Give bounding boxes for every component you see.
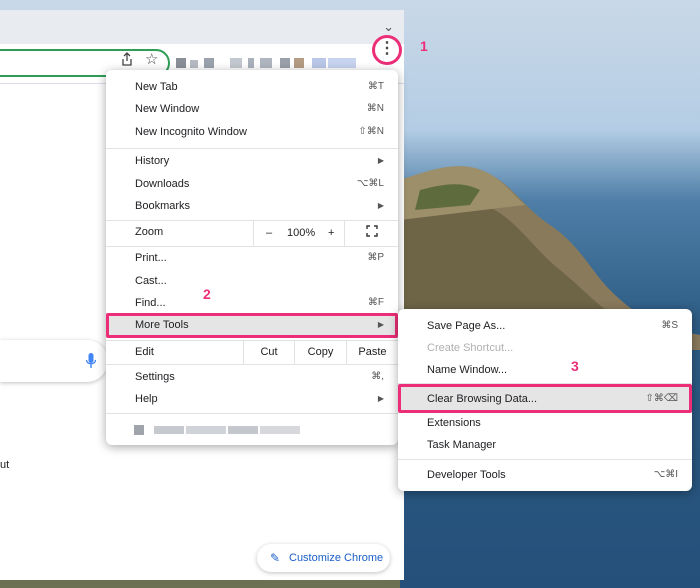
- submenu-arrow-icon: ▶: [377, 394, 384, 403]
- menu-item-new-window[interactable]: New Window ⌘N: [106, 98, 398, 120]
- submenu-item-save-page-as[interactable]: Save Page As... ⌘S: [398, 315, 692, 337]
- menu-item-label: New Window: [135, 103, 200, 115]
- menu-item-label: Save Page As...: [427, 320, 506, 332]
- blurred-profile[interactable]: [134, 424, 304, 436]
- menu-divider: [106, 413, 398, 414]
- shortcut-label: ⇧⌘N: [358, 126, 384, 137]
- menu-item-label: Cast...: [135, 275, 167, 287]
- shortcut-label: ⌘S: [661, 320, 678, 331]
- menu-item-downloads[interactable]: Downloads ⌥⌘L: [106, 173, 398, 195]
- zoom-level: 100%: [287, 227, 316, 239]
- menu-divider: [106, 364, 398, 365]
- menu-item-more-tools[interactable]: More Tools ▶: [106, 314, 398, 336]
- submenu-item-developer-tools[interactable]: Developer Tools ⌥⌘I: [398, 464, 692, 486]
- copy-button[interactable]: Copy: [294, 340, 346, 364]
- menu-item-zoom: Zoom: [106, 221, 398, 243]
- star-icon[interactable]: ☆: [145, 50, 158, 68]
- chrome-menu-button[interactable]: ⋮: [372, 35, 402, 65]
- shortcut-label: ⌘N: [366, 103, 384, 114]
- menu-item-label: New Tab: [135, 81, 178, 93]
- menu-item-history[interactable]: History ▶: [106, 150, 398, 172]
- menu-item-label: New Incognito Window: [135, 126, 247, 138]
- menu-item-label: Task Manager: [427, 439, 497, 451]
- more-tools-submenu: Save Page As... ⌘S Create Shortcut... Na…: [398, 309, 692, 491]
- customize-chrome-button[interactable]: ✎ Customize Chrome: [257, 544, 390, 572]
- submenu-arrow-icon: ▶: [377, 201, 384, 210]
- menu-item-find[interactable]: Find... ⌘F: [106, 292, 398, 314]
- menu-item-help[interactable]: Help ▶: [106, 388, 398, 410]
- menu-item-bookmarks[interactable]: Bookmarks ▶: [106, 195, 398, 217]
- menu-divider: [106, 148, 398, 149]
- submenu-arrow-icon: ▶: [377, 320, 384, 329]
- fullscreen-icon[interactable]: [366, 225, 378, 237]
- microphone-icon[interactable]: [86, 353, 96, 369]
- menu-item-label: Settings: [135, 371, 175, 383]
- zoom-out-button[interactable]: –: [266, 220, 272, 246]
- paste-button[interactable]: Paste: [346, 340, 398, 364]
- chrome-main-menu: New Tab ⌘T New Window ⌘N New Incognito W…: [106, 70, 398, 445]
- menu-item-label: Zoom: [135, 226, 164, 238]
- menu-item-label: Clear Browsing Data...: [427, 393, 538, 405]
- shortcut-label: ⌘T: [367, 81, 384, 92]
- customize-chrome-label: Customize Chrome: [289, 552, 384, 564]
- pencil-icon: ✎: [270, 551, 281, 565]
- blurred-extensions: [176, 58, 356, 68]
- step-number-1: 1: [420, 38, 428, 54]
- menu-item-label: Print...: [135, 252, 167, 264]
- submenu-item-extensions[interactable]: Extensions: [398, 412, 692, 434]
- menu-item-label: Name Window...: [427, 364, 508, 376]
- menu-divider: [398, 459, 692, 460]
- menu-item-label: Edit: [135, 346, 154, 358]
- zoom-in-button[interactable]: +: [328, 220, 334, 246]
- cut-button[interactable]: Cut: [243, 340, 294, 364]
- shortcut-label: ⌘P: [367, 252, 384, 263]
- step-number-2: 2: [203, 286, 211, 302]
- menu-item-cast[interactable]: Cast...: [106, 270, 398, 292]
- menu-item-label: History: [135, 155, 170, 167]
- step-number-3: 3: [571, 358, 579, 374]
- menu-item-print[interactable]: Print... ⌘P: [106, 247, 398, 269]
- menu-item-label: More Tools: [135, 319, 189, 331]
- menu-item-new-tab[interactable]: New Tab ⌘T: [106, 76, 398, 98]
- menu-item-label: Bookmarks: [135, 200, 191, 212]
- submenu-item-create-shortcut: Create Shortcut...: [398, 337, 692, 359]
- menu-item-new-incognito-window[interactable]: New Incognito Window ⇧⌘N: [106, 121, 398, 143]
- menu-item-label: Help: [135, 393, 158, 405]
- menu-item-label: Extensions: [427, 417, 481, 429]
- shortcut-label: ⇧⌘⌫: [645, 393, 678, 404]
- submenu-item-clear-browsing-data[interactable]: Clear Browsing Data... ⇧⌘⌫: [398, 388, 692, 410]
- menu-item-label: Downloads: [135, 178, 190, 190]
- shortcut-label: ⌥⌘L: [356, 178, 384, 189]
- menu-item-settings[interactable]: Settings ⌘,: [106, 366, 398, 388]
- page-text-fragment: ut: [0, 459, 10, 471]
- menu-item-label: Create Shortcut...: [427, 342, 514, 354]
- zoom-controls: – 100% +: [253, 220, 345, 246]
- submenu-item-name-window[interactable]: Name Window...: [398, 359, 692, 381]
- kebab-icon: ⋮: [379, 40, 395, 57]
- tab-search-chevron-icon[interactable]: ⌄: [383, 19, 394, 35]
- menu-divider: [398, 383, 692, 384]
- shortcut-label: ⌥⌘I: [653, 469, 678, 480]
- shortcut-label: ⌘F: [367, 297, 384, 308]
- menu-item-label: Find...: [135, 297, 166, 309]
- submenu-item-task-manager[interactable]: Task Manager: [398, 434, 692, 456]
- tab-strip: ⌄: [0, 10, 404, 44]
- submenu-arrow-icon: ▶: [377, 156, 384, 165]
- share-icon[interactable]: [121, 52, 133, 69]
- shortcut-label: ⌘,: [371, 371, 384, 382]
- menu-item-label: Developer Tools: [427, 469, 506, 481]
